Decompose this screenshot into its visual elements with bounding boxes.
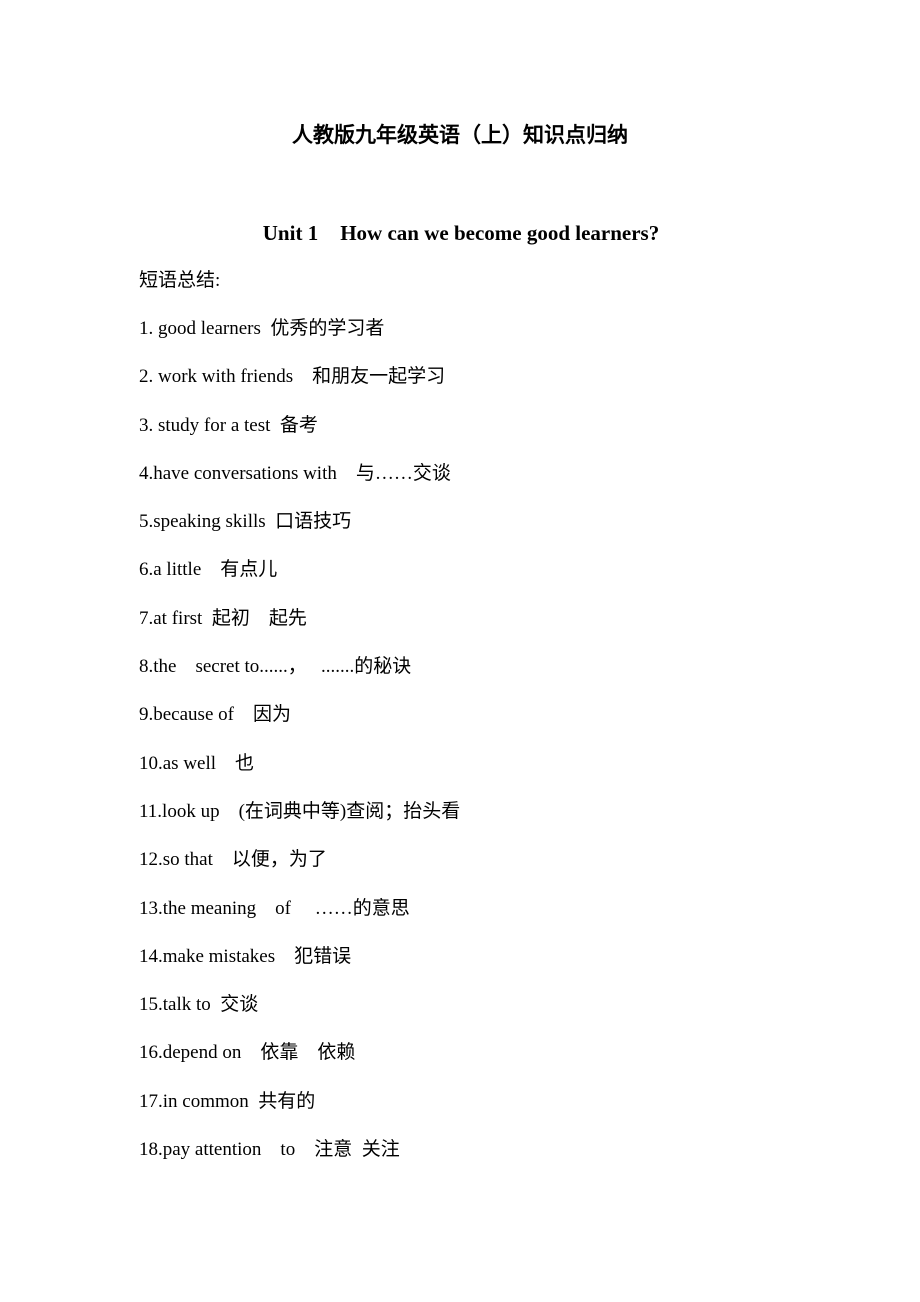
phrase-item: 5.speaking skills 口语技巧 [139, 511, 352, 533]
phrase-item: 15.talk to 交谈 [139, 994, 259, 1016]
phrase-item: 3. study for a test 备考 [139, 414, 318, 436]
section-label: 短语总结: [139, 270, 221, 291]
phrase-item: 7.at first 起初 起先 [139, 607, 307, 629]
phrase-item: 6.a little 有点儿 [139, 559, 278, 581]
document-title: 人教版九年级英语（上）知识点归纳 [292, 123, 628, 147]
phrase-item: 14.make mistakes 犯错误 [139, 945, 352, 967]
phrase-item: 17.in common 共有的 [139, 1090, 316, 1112]
phrase-item: 11.look up (在词典中等)查阅；抬头看 [139, 800, 461, 822]
phrase-item: 4.have conversations with 与……交谈 [139, 462, 451, 484]
phrase-item: 8.the secret to......， .......的秘诀 [139, 656, 412, 678]
phrase-item: 2. work with friends 和朋友一起学习 [139, 366, 446, 388]
phrase-item: 16.depend on 依靠 依赖 [139, 1042, 356, 1064]
phrase-item: 12.so that 以便，为了 [139, 849, 327, 871]
unit-number: Unit 1 [262, 221, 319, 245]
unit-heading: Unit 1 How can we become good learners? [0, 218, 920, 248]
phrase-list: 1. good learners 优秀的学习者 2. work with fri… [139, 314, 460, 1183]
phrase-item: 1. good learners 优秀的学习者 [139, 318, 385, 339]
unit-title: How can we become good learners? [340, 221, 660, 245]
phrase-item: 9.because of 因为 [139, 704, 291, 726]
phrase-item: 18.pay attention to 注意 关注 [139, 1139, 400, 1161]
phrase-item: 10.as well 也 [139, 752, 255, 774]
phrase-item: 13.the meaning of ……的意思 [139, 897, 410, 919]
